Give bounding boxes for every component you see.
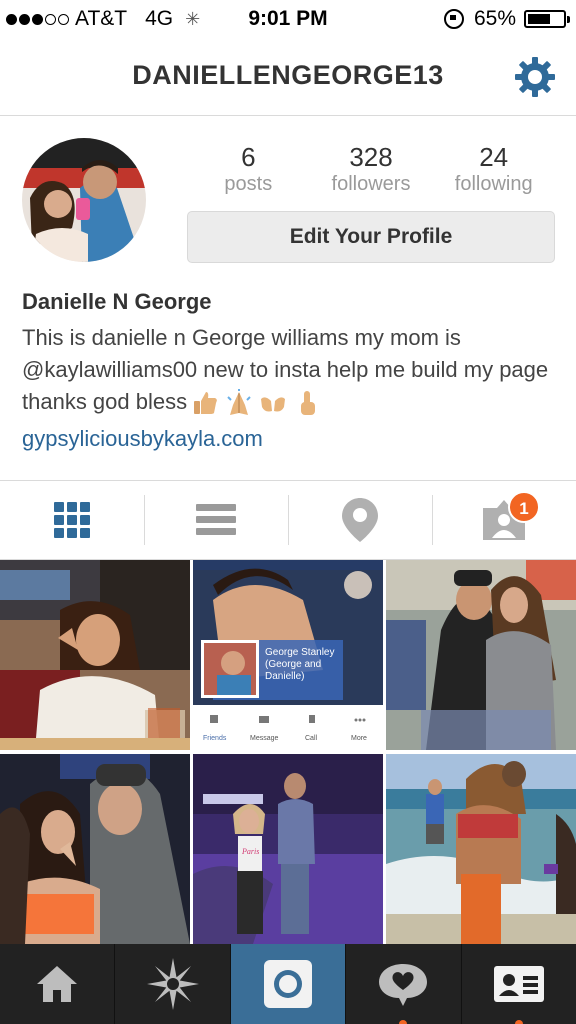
photo-tile-1[interactable] bbox=[0, 560, 190, 750]
username-title: DANIELLENGEORGE13 bbox=[132, 60, 444, 90]
nav-home[interactable] bbox=[0, 944, 114, 1024]
bio-text: This is danielle n George williams my mo… bbox=[22, 322, 562, 418]
profile-header: DANIELLENGEORGE13 bbox=[0, 40, 576, 116]
tab-list[interactable] bbox=[144, 481, 288, 559]
nav-profile[interactable] bbox=[460, 944, 576, 1024]
battery-fill bbox=[528, 14, 550, 24]
posts-count: 6 bbox=[241, 142, 256, 172]
photo-1-image bbox=[0, 560, 190, 750]
bio-emojis bbox=[191, 389, 321, 417]
photo-2-image: George Stanley (George and Danielle) Frien… bbox=[193, 560, 383, 750]
edit-profile-button[interactable]: Edit Your Profile bbox=[187, 211, 555, 263]
bottom-navigation bbox=[0, 944, 576, 1024]
explore-icon bbox=[146, 958, 199, 1010]
photo-6-image bbox=[386, 754, 576, 944]
full-name: Danielle N George bbox=[22, 289, 212, 314]
tagged-notification-badge: 1 bbox=[508, 491, 540, 523]
shirt-text: Paris bbox=[241, 847, 259, 856]
photo-5-image: Paris bbox=[193, 754, 383, 944]
thumbs-up-icon bbox=[194, 392, 217, 415]
tab-location[interactable] bbox=[288, 481, 432, 559]
followers-count: 328 bbox=[349, 142, 393, 172]
tab-tagged[interactable]: 1 bbox=[432, 481, 576, 559]
tab-grid[interactable] bbox=[0, 481, 144, 559]
open-hands-icon bbox=[261, 397, 286, 412]
photo-tile-4[interactable] bbox=[0, 754, 190, 944]
profile-avatar[interactable] bbox=[22, 138, 146, 262]
location-icon bbox=[342, 498, 378, 542]
home-icon bbox=[37, 966, 78, 1002]
status-bar: AT&T 4G ✳ 9:01 PM 65% bbox=[0, 0, 576, 40]
photo-tile-2[interactable]: George Stanley (George and Danielle) Frien… bbox=[193, 560, 383, 750]
list-view-icon bbox=[196, 504, 236, 535]
profile-stats: 6 posts 328 followers 24 following bbox=[187, 143, 555, 203]
status-right: 65% bbox=[443, 7, 570, 31]
photo-tile-3[interactable] bbox=[386, 560, 576, 750]
fb-friends-label: Friends bbox=[203, 735, 227, 742]
fb-call-label: Call bbox=[305, 735, 318, 742]
following-label: following bbox=[454, 173, 533, 195]
camera-icon bbox=[264, 960, 313, 1008]
posts-label: posts bbox=[224, 173, 273, 195]
posts-stat[interactable]: 6 posts bbox=[187, 143, 310, 203]
followers-stat[interactable]: 328 followers bbox=[310, 143, 433, 203]
photo-4-image bbox=[0, 754, 190, 944]
following-stat[interactable]: 24 following bbox=[432, 143, 555, 203]
photo-tile-5[interactable]: Paris bbox=[193, 754, 383, 944]
nav-explore[interactable] bbox=[114, 944, 229, 1024]
grid-view-icon bbox=[54, 502, 90, 538]
profile-tabs: 1 bbox=[0, 480, 576, 560]
profile-indicator bbox=[514, 1020, 523, 1024]
following-count: 24 bbox=[479, 142, 509, 172]
fb-more-label: More bbox=[351, 735, 367, 742]
gear-icon[interactable] bbox=[512, 54, 558, 100]
avatar-photo bbox=[22, 138, 146, 262]
activity-indicator bbox=[399, 1020, 408, 1024]
profile-icon bbox=[493, 966, 544, 1002]
photo-3-image bbox=[386, 560, 576, 750]
rotation-lock-icon bbox=[443, 9, 464, 29]
photo-tile-6[interactable] bbox=[386, 754, 576, 944]
fb-message-label: Message bbox=[250, 735, 279, 742]
activity-icon bbox=[379, 964, 428, 1006]
nav-camera[interactable] bbox=[229, 944, 346, 1024]
followers-label: followers bbox=[331, 173, 411, 195]
website-link[interactable]: gypsyliciousbykayla.com bbox=[22, 426, 263, 452]
battery-percent: 65% bbox=[473, 7, 516, 30]
nav-activity[interactable] bbox=[345, 944, 460, 1024]
praying-hands-icon bbox=[227, 389, 251, 416]
pointing-up-icon bbox=[301, 391, 316, 416]
photo-grid: George Stanley (George and Danielle) Frien… bbox=[0, 560, 576, 945]
battery-icon bbox=[524, 10, 570, 28]
